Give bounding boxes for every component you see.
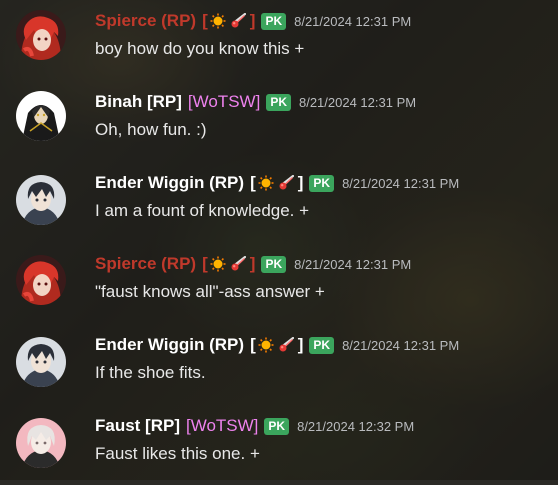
timestamp[interactable]: 8/21/2024 12:31 PM (342, 176, 459, 191)
pk-badge: PK (266, 93, 291, 111)
ender-avatar-icon (16, 175, 66, 225)
sun-icon (258, 337, 274, 353)
timestamp[interactable]: 8/21/2024 12:32 PM (297, 419, 414, 434)
sun-icon (258, 175, 274, 191)
decoration-bracket-close: ] (297, 335, 304, 354)
pk-badge: PK (309, 336, 335, 354)
decoration-bracket-open: [ (202, 11, 208, 30)
author-name[interactable]: Ender Wiggin (RP) (95, 335, 244, 355)
meteor-icon (231, 256, 246, 271)
pk-badge: PK (264, 417, 290, 435)
avatar[interactable] (16, 337, 66, 387)
timestamp[interactable]: 8/21/2024 12:31 PM (294, 257, 411, 272)
author-name[interactable]: Ender Wiggin (RP) (95, 173, 244, 193)
decoration-bracket-close: ] (249, 254, 256, 273)
message-content: If the shoe fits. (95, 363, 206, 382)
timestamp[interactable]: 8/21/2024 12:31 PM (342, 338, 459, 353)
decoration-bracket-open: [ (202, 254, 208, 273)
binah-avatar-icon (16, 91, 66, 141)
message-item[interactable]: Ender Wiggin (RP) [ ] PK 8/21/2024 12:31 (0, 324, 558, 404)
message-content: boy how do you know this + (95, 39, 305, 58)
spierce-avatar-icon (16, 10, 66, 60)
message-content: Oh, how fun. :) (95, 120, 207, 139)
spierce-avatar-icon (16, 255, 66, 305)
pk-badge: PK (309, 174, 335, 192)
message-item[interactable]: Spierce (RP) [ ] PK 8/21/2024 12:31 PM (0, 243, 558, 323)
author-name[interactable]: Faust [RP] (95, 416, 180, 436)
author-name[interactable]: Spierce (RP) (95, 254, 196, 274)
meteor-icon (279, 175, 294, 190)
meteor-icon (231, 13, 246, 28)
message-content: I am a fount of knowledge. + (95, 201, 310, 220)
pk-badge: PK (261, 255, 287, 273)
ender-avatar-icon (16, 337, 66, 387)
message-header: Ender Wiggin (RP) [ ] PK 8/21/2024 12:31 (95, 172, 459, 194)
message-header: Binah [RP] [WoTSW] PK 8/21/2024 12:31 PM (95, 91, 416, 113)
message-header: Faust [RP] [WoTSW] PK 8/21/2024 12:32 PM (95, 415, 414, 437)
avatar[interactable] (16, 175, 66, 225)
message-item[interactable]: Spierce (RP) [ ] PK 8/21/2024 12:31 PM (0, 0, 558, 80)
server-tag: [WoTSW] (187, 92, 261, 111)
message-header: Ender Wiggin (RP) [ ] PK 8/21/2024 12:31 (95, 334, 459, 356)
avatar[interactable] (16, 255, 66, 305)
decoration-bracket-open: [ (250, 335, 256, 354)
decoration-bracket-close: ] (297, 173, 304, 192)
message-header: Spierce (RP) [ ] PK 8/21/2024 12:31 PM (95, 253, 411, 275)
meteor-icon (279, 337, 294, 352)
decoration-bracket-open: [ (250, 173, 256, 192)
message-item[interactable]: Binah [RP] [WoTSW] PK 8/21/2024 12:31 PM… (0, 81, 558, 161)
avatar[interactable] (16, 418, 66, 468)
author-name[interactable]: Binah [RP] (95, 92, 182, 112)
decoration-bracket-close: ] (249, 11, 256, 30)
avatar[interactable] (16, 10, 66, 60)
message-content: Faust likes this one. + (95, 444, 260, 463)
message-header: Spierce (RP) [ ] PK 8/21/2024 12:31 PM (95, 10, 411, 32)
sun-icon (210, 256, 226, 272)
message-item[interactable]: Ender Wiggin (RP) [ ] PK 8/21/2024 12:31 (0, 162, 558, 242)
faust-avatar-icon (16, 418, 66, 468)
server-tag: [WoTSW] (186, 416, 259, 435)
timestamp[interactable]: 8/21/2024 12:31 PM (294, 14, 411, 29)
timestamp[interactable]: 8/21/2024 12:31 PM (299, 95, 416, 110)
message-content: "faust knows all"-ass answer + (95, 282, 325, 301)
message-list: Spierce (RP) [ ] PK 8/21/2024 12:31 PM b… (0, 0, 558, 480)
sun-icon (210, 13, 226, 29)
message-item[interactable]: Faust [RP] [WoTSW] PK 8/21/2024 12:32 PM… (0, 405, 558, 485)
author-name[interactable]: Spierce (RP) (95, 11, 196, 31)
avatar[interactable] (16, 91, 66, 141)
pk-badge: PK (261, 12, 287, 30)
